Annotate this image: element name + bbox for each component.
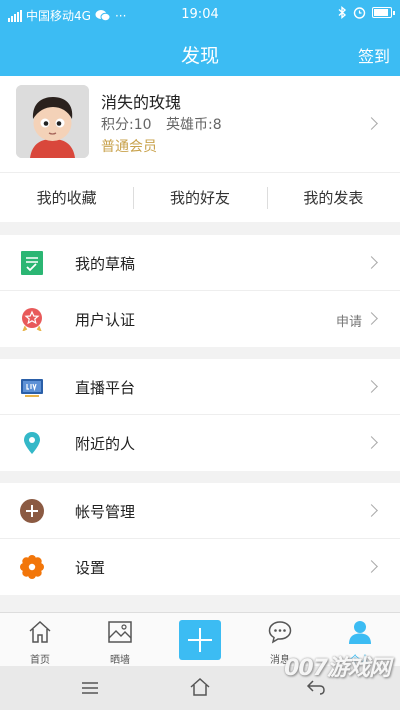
chevron-right-icon: [365, 117, 378, 130]
battery-icon: [372, 7, 395, 18]
tab-post[interactable]: [160, 613, 240, 666]
menu-icon[interactable]: [80, 680, 100, 696]
tab-favorites[interactable]: 我的收藏: [0, 173, 133, 222]
chevron-right-icon: [365, 560, 378, 573]
alarm-icon: [353, 7, 366, 19]
quick-tabs: 我的收藏 我的好友 我的发表: [0, 172, 400, 222]
menu-item-live[interactable]: 直播平台: [0, 359, 400, 415]
add-post-button[interactable]: [179, 620, 221, 660]
image-icon: [108, 621, 132, 643]
chevron-right-icon: [365, 312, 378, 325]
bluetooth-icon: [338, 6, 347, 19]
menu-item-drafts[interactable]: 我的草稿: [0, 235, 400, 291]
badge-icon: [22, 308, 42, 331]
tab-label: 晒墙: [110, 655, 130, 666]
live-tv-icon: [21, 379, 43, 397]
gear-icon: [20, 555, 44, 579]
tab-label: 首页: [30, 655, 50, 666]
profile-stats: 积分:10 英雄币:8: [101, 114, 232, 134]
menu-label: 我的草稿: [75, 255, 136, 273]
tab-wall[interactable]: 晒墙: [80, 613, 160, 666]
menu-label: 附近的人: [75, 435, 136, 453]
profile-card[interactable]: 消失的玫瑰 积分:10 英雄币:8 普通会员: [0, 76, 400, 172]
checkin-button[interactable]: 签到: [358, 43, 390, 67]
menu-item-account[interactable]: 帐号管理: [0, 483, 400, 539]
tab-posts[interactable]: 我的发表: [266, 173, 400, 222]
chevron-right-icon: [365, 504, 378, 517]
chat-bubble-icon: [268, 621, 292, 644]
menu-label: 用户认证: [75, 311, 136, 329]
home-button-icon[interactable]: [189, 677, 211, 697]
coins-text: 英雄币:8: [165, 117, 222, 133]
plus-circle-icon: [20, 499, 44, 523]
person-icon: [349, 621, 371, 644]
chevron-right-icon: [365, 436, 378, 449]
menu-group-3: 帐号管理 设置: [0, 483, 400, 595]
menu-item-settings[interactable]: 设置: [0, 539, 400, 595]
menu-label: 帐号管理: [75, 503, 136, 521]
avatar: [16, 85, 89, 158]
tab-home[interactable]: 首页: [0, 613, 80, 666]
menu-item-nearby[interactable]: 附近的人: [0, 415, 400, 471]
menu-label: 设置: [75, 559, 106, 577]
menu-item-verify[interactable]: 用户认证 申请: [0, 291, 400, 347]
menu-group-2: 直播平台 附近的人: [0, 359, 400, 471]
profile-name: 消失的玫瑰: [101, 93, 182, 112]
page-title: 发现: [180, 45, 219, 67]
apply-link[interactable]: 申请: [336, 311, 362, 330]
home-icon: [29, 620, 51, 643]
status-bar: 中国移动4G ··· 19:04: [0, 0, 400, 30]
menu-group-1: 我的草稿 用户认证 申请: [0, 235, 400, 347]
points-text: 积分:10: [101, 117, 152, 133]
drafts-icon: [21, 251, 43, 275]
location-pin-icon: [24, 432, 40, 454]
nav-bar: 发现 签到: [0, 30, 400, 76]
watermark-text: 007游戏网: [284, 656, 391, 681]
chevron-right-icon: [365, 256, 378, 269]
chevron-right-icon: [365, 380, 378, 393]
tab-friends[interactable]: 我的好友: [133, 173, 266, 222]
member-level: 普通会员: [101, 139, 157, 155]
menu-label: 直播平台: [75, 379, 136, 397]
